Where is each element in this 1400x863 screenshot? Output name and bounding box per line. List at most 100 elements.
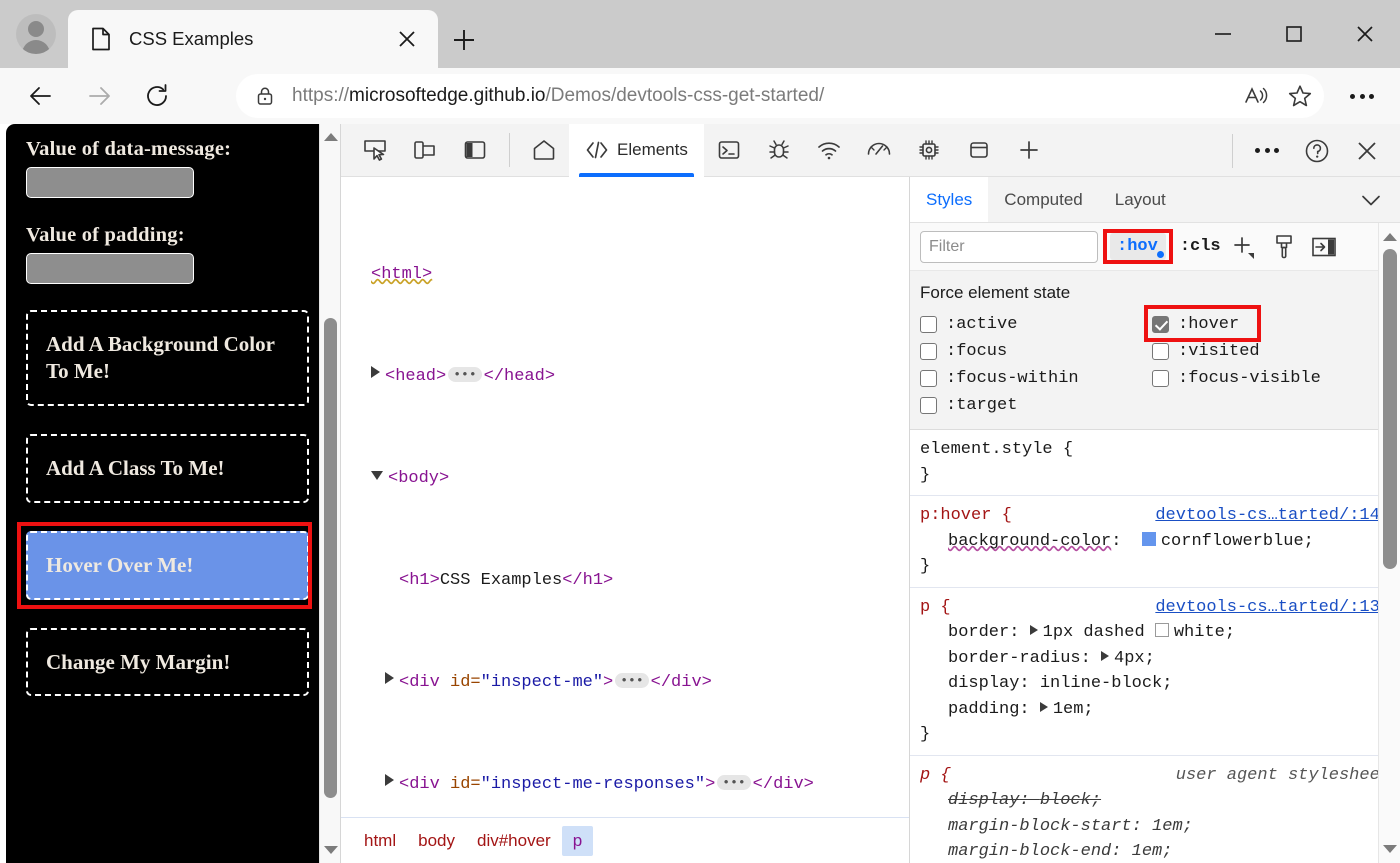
padding-input[interactable] bbox=[26, 253, 194, 284]
collapse-arrow-icon[interactable] bbox=[371, 471, 383, 480]
breadcrumb-item-body[interactable]: body bbox=[407, 826, 466, 856]
scroll-down-arrow-icon[interactable] bbox=[320, 840, 340, 860]
scroll-up-arrow-icon[interactable] bbox=[320, 127, 340, 147]
devtools-close-icon[interactable] bbox=[1347, 132, 1387, 170]
force-state-focus-within[interactable]: :focus-within bbox=[920, 365, 1152, 392]
profile-avatar-button[interactable] bbox=[10, 10, 62, 58]
css-rule-origin-link[interactable]: devtools-cs…tarted/:133 bbox=[1155, 595, 1390, 621]
checkbox[interactable] bbox=[920, 316, 937, 333]
checkbox[interactable] bbox=[920, 343, 937, 360]
maximize-icon[interactable] bbox=[1258, 0, 1329, 68]
breadcrumb-item-p[interactable]: p bbox=[562, 826, 593, 856]
expand-arrow-icon[interactable] bbox=[385, 774, 394, 786]
expand-shorthand-icon[interactable] bbox=[1030, 625, 1038, 635]
checkbox[interactable] bbox=[1152, 343, 1169, 360]
reload-icon[interactable] bbox=[134, 73, 180, 119]
css-property-value[interactable]: 4px; bbox=[1114, 649, 1155, 668]
expand-arrow-icon[interactable] bbox=[385, 672, 394, 684]
styles-scrollbar-thumb[interactable] bbox=[1383, 249, 1397, 569]
application-icon[interactable] bbox=[959, 131, 999, 169]
css-rule-origin-link[interactable]: devtools-cs…tarted/:140 bbox=[1155, 503, 1390, 529]
color-swatch[interactable] bbox=[1155, 623, 1169, 637]
devtools-more-icon[interactable] bbox=[1247, 132, 1287, 170]
checkbox[interactable] bbox=[920, 397, 937, 414]
breadcrumb-item-html[interactable]: html bbox=[353, 826, 407, 856]
tab-elements[interactable]: Elements bbox=[569, 124, 704, 177]
hov-toggle-button[interactable]: :hov bbox=[1110, 233, 1166, 260]
force-state-hover[interactable]: :hover bbox=[1152, 311, 1384, 338]
read-aloud-icon[interactable] bbox=[1236, 76, 1276, 116]
back-arrow-icon[interactable] bbox=[18, 73, 64, 119]
css-rule-p-hover[interactable]: p:hover { devtools-cs…tarted/:140 backgr… bbox=[910, 496, 1400, 588]
scroll-down-arrow-icon[interactable] bbox=[1379, 839, 1400, 859]
dock-side-icon[interactable] bbox=[455, 131, 495, 169]
dom-row[interactable]: <div id="inspect-me-responses">•••</div> bbox=[341, 772, 909, 798]
force-state-target[interactable]: :target bbox=[920, 392, 1152, 419]
help-icon[interactable] bbox=[1297, 132, 1337, 170]
dom-row[interactable]: <div id="inspect-me">•••</div> bbox=[341, 670, 909, 696]
memory-icon[interactable] bbox=[909, 131, 949, 169]
chevron-down-icon[interactable] bbox=[1356, 177, 1386, 223]
star-icon[interactable] bbox=[1280, 76, 1320, 116]
styles-filter-input[interactable] bbox=[920, 231, 1098, 263]
tab-styles[interactable]: Styles bbox=[910, 177, 988, 222]
box-hover-over-me[interactable]: Hover Over Me! bbox=[26, 531, 309, 600]
home-icon[interactable] bbox=[524, 131, 564, 169]
browser-tab[interactable]: CSS Examples bbox=[68, 10, 438, 68]
dom-tree[interactable]: <html> <head>•••</head> <body> <h1>CSS E… bbox=[341, 177, 909, 817]
minimize-icon[interactable] bbox=[1187, 0, 1258, 68]
scroll-up-arrow-icon[interactable] bbox=[1379, 227, 1400, 247]
css-property-value[interactable]: 1em; bbox=[1053, 700, 1094, 719]
css-declaration[interactable]: background-color: cornflowerblue; bbox=[920, 529, 1390, 555]
paintbrush-icon[interactable] bbox=[1267, 230, 1301, 264]
css-selector[interactable]: element.style { bbox=[920, 437, 1073, 463]
address-bar[interactable]: https://microsoftedge.github.io/Demos/de… bbox=[236, 74, 1324, 118]
css-selector[interactable]: p { bbox=[920, 595, 951, 621]
window-close-icon[interactable] bbox=[1329, 0, 1400, 68]
console-icon[interactable] bbox=[709, 131, 749, 169]
box-change-my-margin[interactable]: Change My Margin! bbox=[26, 628, 309, 697]
checkbox-checked[interactable] bbox=[1152, 316, 1169, 333]
force-state-focus-visible[interactable]: :focus-visible bbox=[1152, 365, 1384, 392]
css-property-value[interactable]: 1px dashed bbox=[1043, 623, 1145, 642]
cls-toggle-button[interactable]: :cls bbox=[1180, 237, 1221, 256]
css-declaration[interactable]: padding: 1em; bbox=[920, 697, 1390, 723]
css-property-name[interactable]: padding bbox=[948, 700, 1019, 719]
close-icon[interactable] bbox=[390, 22, 424, 56]
dom-row[interactable]: <body> bbox=[341, 466, 909, 492]
network-icon[interactable] bbox=[809, 131, 849, 169]
styles-scrollbar[interactable] bbox=[1378, 223, 1400, 863]
css-declaration[interactable]: border: 1px dashed white; bbox=[920, 620, 1390, 646]
css-property-name[interactable]: border-radius bbox=[948, 649, 1081, 668]
expand-shorthand-icon[interactable] bbox=[1040, 702, 1048, 712]
forward-arrow-icon[interactable] bbox=[76, 73, 122, 119]
expand-arrow-icon[interactable] bbox=[371, 366, 380, 378]
checkbox[interactable] bbox=[1152, 370, 1169, 387]
css-property-value-extra[interactable]: white; bbox=[1174, 623, 1235, 642]
collapsed-children-ellipsis[interactable]: ••• bbox=[448, 367, 481, 382]
browser-settings-more-button[interactable] bbox=[1338, 74, 1386, 118]
box-add-a-class[interactable]: Add A Class To Me! bbox=[26, 434, 309, 503]
dom-row[interactable]: <head>•••</head> bbox=[341, 364, 909, 390]
css-property-value[interactable]: cornflowerblue; bbox=[1161, 532, 1314, 551]
device-emulation-icon[interactable] bbox=[405, 131, 445, 169]
inspect-element-icon[interactable] bbox=[355, 131, 395, 169]
collapsed-children-ellipsis[interactable]: ••• bbox=[615, 673, 648, 688]
css-property-name[interactable]: border bbox=[948, 623, 1009, 642]
css-property-name[interactable]: background-color bbox=[948, 532, 1111, 551]
force-state-focus[interactable]: :focus bbox=[920, 338, 1152, 365]
expand-shorthand-icon[interactable] bbox=[1101, 651, 1109, 661]
css-rule-p[interactable]: p { devtools-cs…tarted/:133 border: 1px … bbox=[910, 588, 1400, 756]
css-property-value[interactable]: inline-block; bbox=[1040, 674, 1173, 693]
color-swatch[interactable] bbox=[1142, 532, 1156, 546]
open-panel-icon[interactable] bbox=[1307, 230, 1341, 264]
css-property-name[interactable]: display bbox=[948, 674, 1019, 693]
page-scrollbar-thumb[interactable] bbox=[324, 318, 337, 798]
box-add-background-color[interactable]: Add A Background Color To Me! bbox=[26, 310, 309, 406]
css-declaration[interactable]: display: inline-block; bbox=[920, 671, 1390, 697]
css-rule-p-user-agent[interactable]: p { user agent stylesheet display: block… bbox=[910, 756, 1400, 863]
checkbox[interactable] bbox=[920, 370, 937, 387]
tab-layout[interactable]: Layout bbox=[1099, 177, 1182, 222]
css-selector[interactable]: p:hover { bbox=[920, 503, 1012, 529]
data-message-input[interactable] bbox=[26, 167, 194, 198]
